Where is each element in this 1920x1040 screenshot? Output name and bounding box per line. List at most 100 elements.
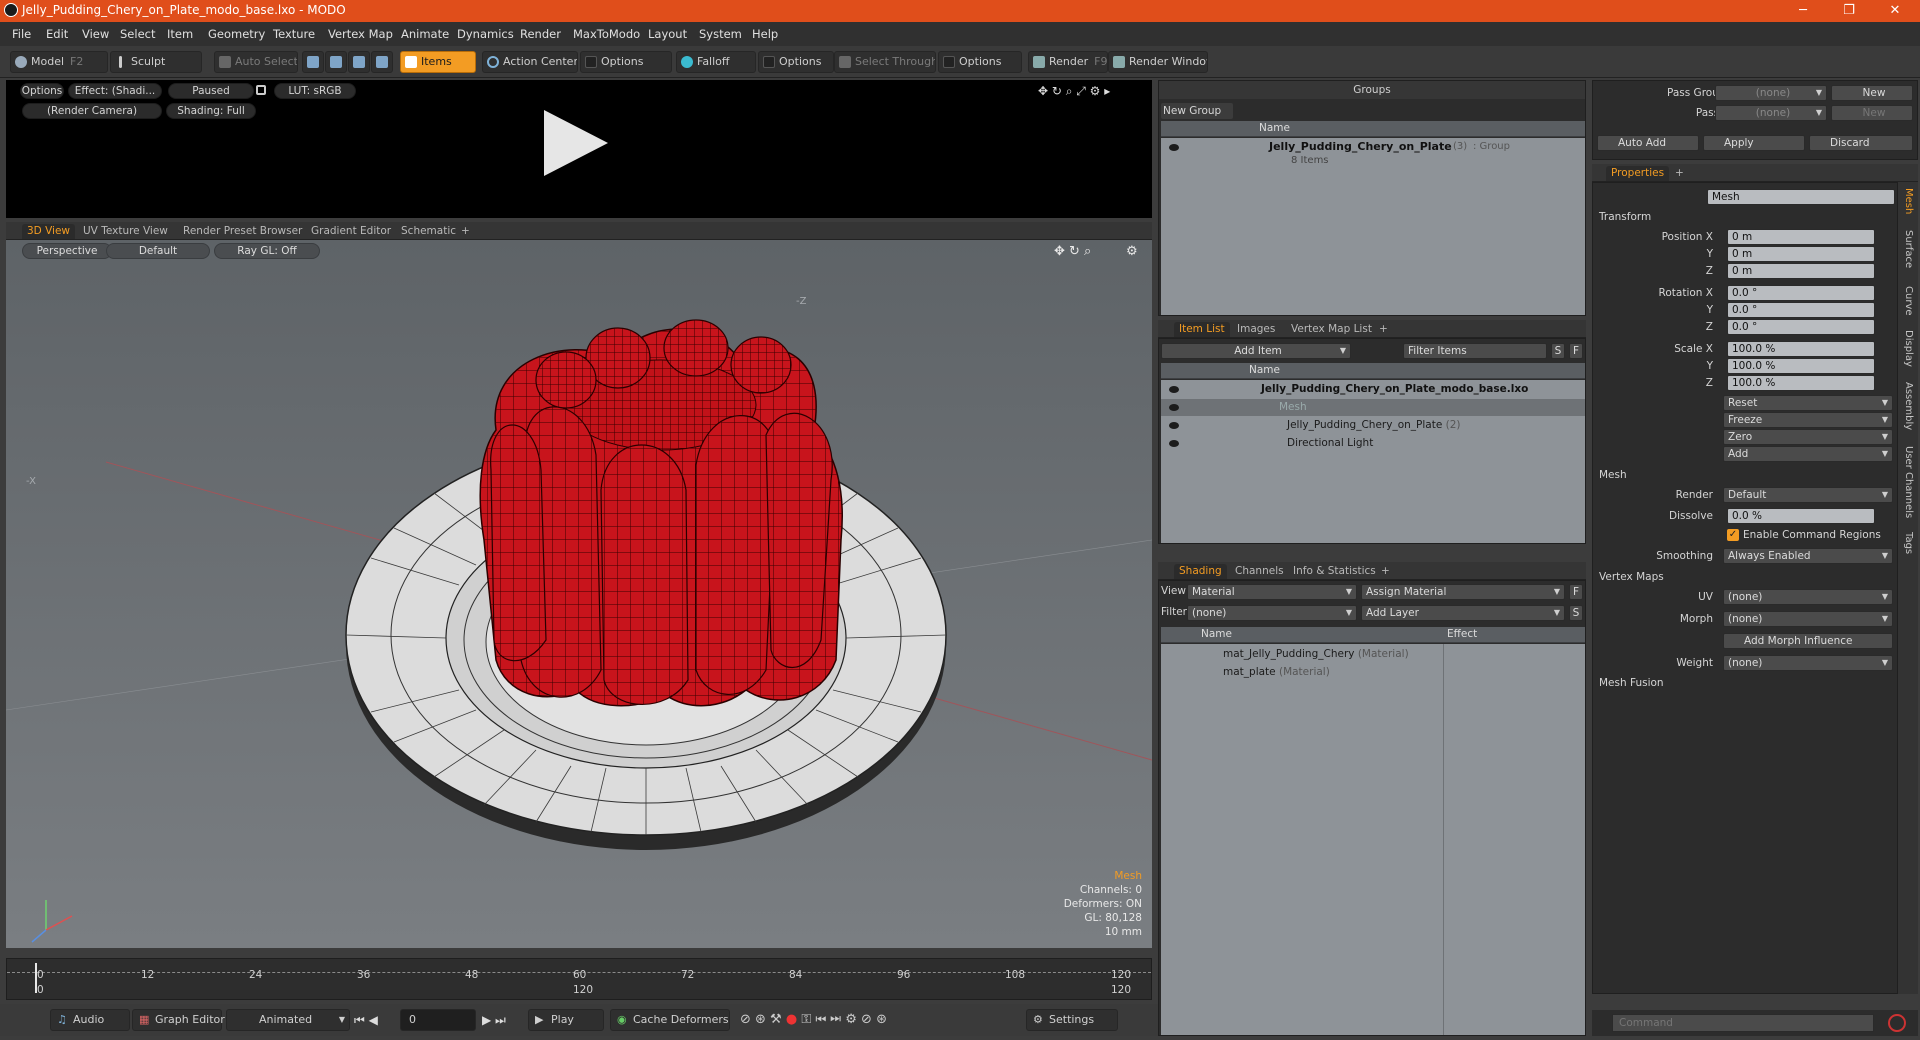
menu-system[interactable]: System — [699, 27, 742, 41]
position-y-field[interactable]: 0 m — [1727, 246, 1875, 262]
eye-icon[interactable] — [1169, 404, 1179, 411]
add-tab-button[interactable]: + — [456, 224, 475, 239]
render-window-button[interactable]: Render Window — [1108, 51, 1208, 73]
mesh-row[interactable]: Mesh — [1161, 399, 1585, 416]
action-center-options-button[interactable]: Options — [580, 51, 672, 73]
preview-paused-button[interactable]: Paused — [168, 83, 254, 99]
menu-texture[interactable]: Texture — [273, 27, 315, 41]
select-options-button[interactable]: Options — [938, 51, 1022, 73]
auto-add-button[interactable]: Auto Add — [1597, 135, 1699, 151]
dissolve-field[interactable]: 0.0 % — [1727, 508, 1875, 524]
side-tab-tags[interactable]: Tags — [1898, 532, 1914, 554]
skip-back-buttons[interactable]: ⏮ ◀ — [354, 1013, 378, 1028]
material-row[interactable]: mat_Jelly_Pudding_Chery (Material) — [1161, 646, 1585, 663]
smoothing-dropdown[interactable]: Always Enabled — [1723, 548, 1893, 564]
filter-dropdown[interactable]: (none) — [1187, 605, 1357, 621]
polygons-mode-button[interactable] — [348, 51, 370, 73]
render-camera-dropdown[interactable]: (Render Camera) — [22, 103, 162, 119]
menu-animate[interactable]: Animate — [401, 27, 449, 41]
add-tab-button[interactable]: + — [1670, 166, 1689, 181]
select-through-button[interactable]: Select Through — [834, 51, 936, 73]
uv-dropdown[interactable]: (none) — [1723, 589, 1893, 605]
close-button[interactable]: ✕ — [1872, 0, 1918, 22]
new-pass-button[interactable]: New — [1831, 105, 1913, 121]
eye-icon[interactable] — [1169, 422, 1179, 429]
timeline[interactable]: 0 12 24 36 48 60 72 84 96 108 120 0 120 … — [6, 958, 1152, 1000]
cache-deformers-button[interactable]: ◉ Cache Deformers — [610, 1009, 730, 1031]
freeze-dropdown[interactable]: Freeze — [1723, 412, 1893, 428]
rotation-x-field[interactable]: 0.0 ° — [1727, 285, 1875, 301]
lut-dropdown[interactable]: LUT: sRGB — [274, 83, 356, 99]
side-tab-surface[interactable]: Surface — [1898, 230, 1914, 268]
preview-options-button[interactable]: Options — [20, 83, 64, 99]
reset-dropdown[interactable]: Reset — [1723, 395, 1893, 411]
tab-images[interactable]: Images — [1232, 322, 1280, 337]
weight-dropdown[interactable]: (none) — [1723, 655, 1893, 671]
position-z-field[interactable]: 0 m — [1727, 263, 1875, 279]
menu-render[interactable]: Render — [520, 27, 561, 41]
position-x-field[interactable]: 0 m — [1727, 229, 1875, 245]
rotation-y-field[interactable]: 0.0 ° — [1727, 302, 1875, 318]
3d-viewport[interactable]: Perspective Default Ray GL: Off ✥ ↻ ⌕ ⚙ … — [6, 240, 1152, 948]
maximize-button[interactable]: ❐ — [1826, 0, 1872, 22]
menu-edit[interactable]: Edit — [46, 27, 68, 41]
eye-icon[interactable] — [1169, 440, 1179, 447]
tab-vertex-map-list[interactable]: Vertex Map List — [1286, 322, 1377, 337]
sculpt-mode-button[interactable]: Sculpt — [110, 51, 202, 73]
tab-properties[interactable]: Properties — [1606, 166, 1670, 181]
add-item-dropdown[interactable]: Add Item — [1161, 343, 1351, 359]
shading-f-button[interactable]: F — [1569, 584, 1583, 600]
mesh-section[interactable]: Mesh — [1599, 469, 1627, 481]
discard-button[interactable]: Discard — [1809, 135, 1913, 151]
menu-dynamics[interactable]: Dynamics — [457, 27, 514, 41]
scene-row[interactable]: Jelly_Pudding_Chery_on_Plate_modo_base.l… — [1161, 381, 1585, 398]
action-center-button[interactable]: Action Center — [482, 51, 578, 73]
side-tab-assembly[interactable]: Assembly — [1898, 382, 1914, 430]
graph-editor-button[interactable]: ▦ Graph Editor — [132, 1009, 225, 1031]
menu-help[interactable]: Help — [752, 27, 778, 41]
tab-shading[interactable]: Shading — [1174, 564, 1227, 579]
scale-x-field[interactable]: 100.0 % — [1727, 341, 1875, 357]
shader-tree[interactable]: mat_Jelly_Pudding_Chery (Material) mat_p… — [1161, 644, 1585, 1035]
groups-list[interactable]: Jelly_Pudding_Chery_on_Plate (3) : Group… — [1161, 138, 1585, 315]
morph-dropdown[interactable]: (none) — [1723, 611, 1893, 627]
rotation-z-field[interactable]: 0.0 ° — [1727, 319, 1875, 335]
side-tab-mesh[interactable]: Mesh — [1898, 188, 1914, 214]
preview-effect-dropdown[interactable]: Effect: (Shadi... — [68, 83, 162, 99]
passes-dropdown[interactable]: (none) — [1715, 105, 1827, 121]
play-preview-icon[interactable] — [544, 110, 608, 176]
apply-button[interactable]: Apply — [1703, 135, 1805, 151]
add-tab-button[interactable]: + — [1376, 564, 1395, 579]
play-button[interactable]: ▶ Play — [528, 1009, 604, 1031]
tab-schematic[interactable]: Schematic — [396, 224, 461, 239]
animated-dropdown[interactable]: Animated — [226, 1009, 350, 1031]
menu-select[interactable]: Select — [120, 27, 155, 41]
falloff-button[interactable]: Falloff — [676, 51, 756, 73]
command-input[interactable] — [1612, 1014, 1874, 1032]
eye-icon[interactable] — [1169, 144, 1179, 151]
name-field[interactable]: Mesh — [1707, 189, 1895, 205]
shading-dropdown[interactable]: Shading: Full — [166, 103, 256, 119]
command-stop-icon[interactable] — [1888, 1014, 1906, 1032]
shading-s-button[interactable]: S — [1569, 605, 1583, 621]
item-tree[interactable]: Jelly_Pudding_Chery_on_Plate_modo_base.l… — [1161, 380, 1585, 543]
preview-nav-icons[interactable]: ✥ ↻ ⌕ ⤢ ⚙ ▸ — [1038, 84, 1110, 99]
command-regions-checkbox[interactable]: ✓ — [1727, 529, 1739, 541]
filter-f-button[interactable]: F — [1569, 343, 1583, 359]
side-tab-curve[interactable]: Curve — [1898, 286, 1914, 316]
side-tab-display[interactable]: Display — [1898, 330, 1914, 367]
menu-item[interactable]: Item — [167, 27, 193, 41]
render-button[interactable]: Render F9 — [1028, 51, 1108, 73]
minimize-button[interactable]: ─ — [1780, 0, 1826, 22]
eye-icon[interactable] — [1169, 386, 1179, 393]
tab-3d-view[interactable]: 3D View — [22, 224, 76, 239]
tab-uv-texture-view[interactable]: UV Texture View — [78, 224, 173, 239]
falloff-options-button[interactable]: Options — [758, 51, 834, 73]
transform-section[interactable]: Transform — [1599, 211, 1651, 223]
audio-button[interactable]: ♫ Audio — [50, 1009, 130, 1031]
add-morph-influence-button[interactable]: Add Morph Influence — [1723, 633, 1893, 649]
tab-gradient-editor[interactable]: Gradient Editor — [306, 224, 396, 239]
materials-mode-button[interactable] — [371, 51, 393, 73]
scale-y-field[interactable]: 100.0 % — [1727, 358, 1875, 374]
model-mode-button[interactable]: Model F2 — [10, 51, 108, 73]
